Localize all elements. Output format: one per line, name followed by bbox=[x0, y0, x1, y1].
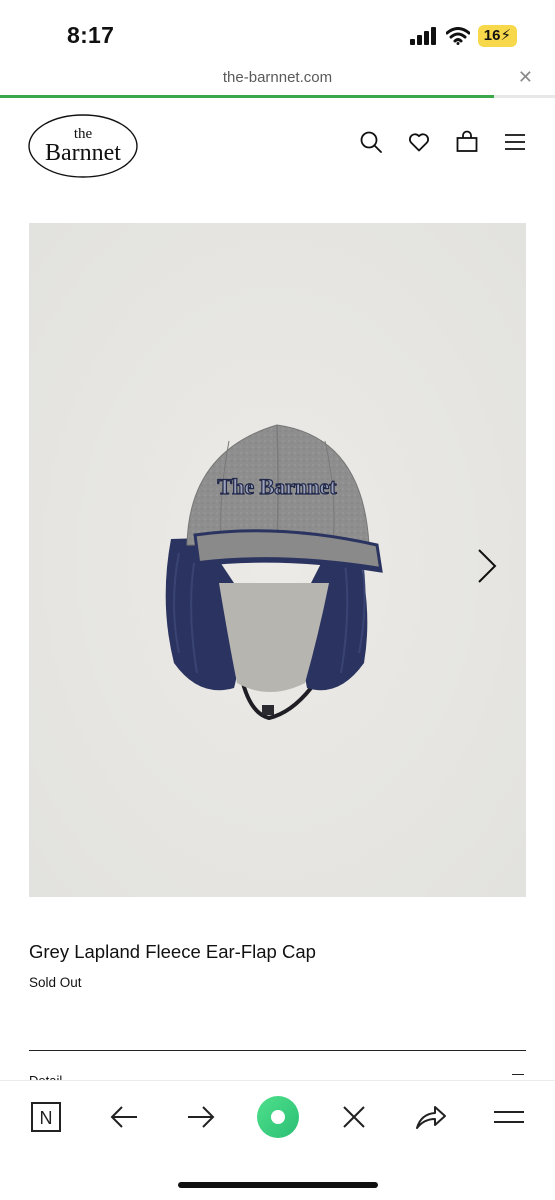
charging-icon: ⚡ bbox=[500, 27, 511, 44]
detail-toggle-icon[interactable] bbox=[512, 1074, 524, 1075]
n-logo-letter: N bbox=[40, 1108, 53, 1128]
menu-icon bbox=[494, 1111, 524, 1123]
barnnet-logo[interactable]: the Barnnet bbox=[27, 113, 139, 179]
next-image-arrow-icon[interactable] bbox=[476, 548, 498, 584]
forward-arrow-icon bbox=[188, 1106, 215, 1128]
search-icon[interactable] bbox=[359, 130, 383, 154]
close-icon bbox=[343, 1106, 365, 1128]
close-tab-button[interactable]: ✕ bbox=[518, 67, 533, 88]
url-text[interactable]: the-barnnet.com bbox=[0, 69, 555, 86]
page-load-progress bbox=[0, 95, 555, 98]
logo-large-text: Barnnet bbox=[45, 140, 121, 166]
toolbar-menu-button[interactable] bbox=[489, 1097, 529, 1137]
bag-icon[interactable] bbox=[455, 130, 479, 154]
stock-status: Sold Out bbox=[29, 975, 82, 990]
product-title: Grey Lapland Fleece Ear-Flap Cap bbox=[29, 941, 316, 962]
wifi-icon bbox=[445, 27, 470, 45]
back-arrow-icon bbox=[110, 1106, 137, 1128]
home-indicator[interactable] bbox=[178, 1182, 378, 1188]
status-icons: 16⚡ bbox=[409, 25, 517, 47]
site-header: the Barnnet bbox=[0, 100, 555, 190]
circle-record-icon bbox=[257, 1096, 299, 1138]
assistant-button[interactable] bbox=[256, 1095, 300, 1139]
forward-button[interactable] bbox=[181, 1097, 221, 1137]
cap-embroidery: The Barnnet bbox=[217, 474, 337, 499]
heart-icon[interactable] bbox=[407, 130, 431, 154]
battery-indicator: 16⚡ bbox=[477, 25, 517, 47]
product-image[interactable]: The Barnnet bbox=[29, 223, 526, 897]
back-button[interactable] bbox=[104, 1097, 144, 1137]
page-load-progress-fill bbox=[0, 95, 494, 98]
signal-icon bbox=[409, 27, 436, 45]
header-icons bbox=[359, 130, 527, 154]
browser-toolbar: N bbox=[0, 1080, 555, 1200]
share-button[interactable] bbox=[411, 1097, 451, 1137]
status-bar: 8:17 16⚡ bbox=[0, 0, 555, 68]
n-logo-button[interactable]: N bbox=[26, 1097, 66, 1137]
menu-icon[interactable] bbox=[503, 130, 527, 154]
status-time: 8:17 bbox=[67, 22, 115, 48]
share-icon bbox=[416, 1106, 446, 1129]
section-divider bbox=[29, 1050, 526, 1051]
cap-illustration: The Barnnet bbox=[29, 223, 526, 897]
battery-level: 16 bbox=[483, 27, 501, 44]
url-bar[interactable]: the-barnnet.com ✕ bbox=[0, 62, 555, 96]
n-logo-icon: N bbox=[31, 1102, 61, 1132]
close-button[interactable] bbox=[334, 1097, 374, 1137]
